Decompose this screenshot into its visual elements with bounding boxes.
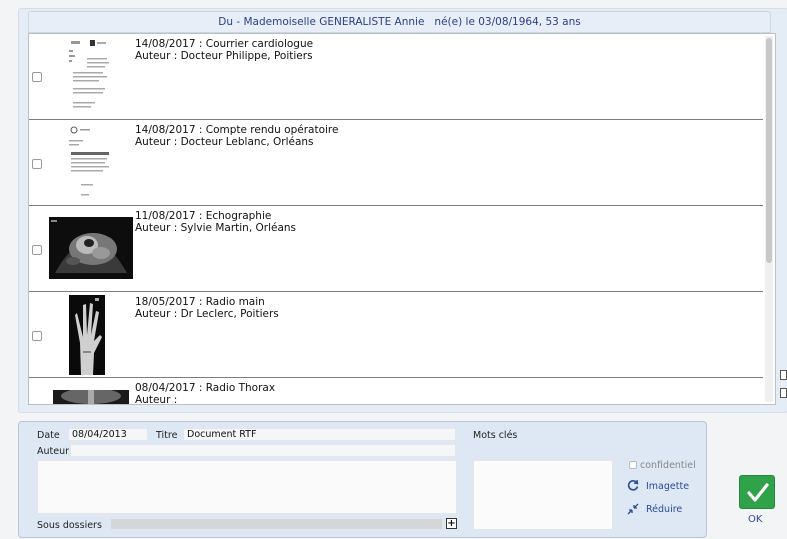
- confidentiel-checkbox[interactable]: [629, 461, 637, 469]
- document-title: 08/04/2017 : Radio Thorax: [135, 382, 276, 394]
- edge-button-icon[interactable]: [780, 370, 787, 380]
- imagette-link[interactable]: Imagette: [646, 481, 689, 492]
- document-author: Auteur : Dr Leclerc, Poitiers: [135, 308, 279, 320]
- select-checkbox[interactable]: [32, 331, 42, 341]
- edge-button-icon[interactable]: [780, 388, 787, 398]
- ultrasound-thumbnail: [49, 217, 133, 279]
- hand-xray-thumbnail: [69, 295, 105, 375]
- document-title: 14/08/2017 : Courrier cardiologue: [135, 38, 314, 50]
- list-item[interactable]: 14/08/2017 : Courrier cardiologue Auteur…: [29, 34, 763, 120]
- document-author: Auteur : Docteur Leblanc, Orléans: [135, 136, 314, 148]
- auteur-label: Auteur: [37, 446, 70, 457]
- document-title: 11/08/2017 : Echographie: [135, 210, 272, 222]
- document-author: Auteur : Docteur Philippe, Poitiers: [135, 50, 313, 62]
- letter-thumbnail: [65, 38, 115, 116]
- auteur-field[interactable]: [70, 444, 456, 457]
- date-label: Date: [37, 430, 60, 441]
- select-checkbox[interactable]: [32, 72, 42, 82]
- document-author: Auteur :: [135, 394, 178, 405]
- report-thumbnail: [65, 124, 115, 202]
- ok-label[interactable]: OK: [748, 514, 762, 525]
- titre-field[interactable]: Document RTF: [183, 428, 456, 441]
- list-item[interactable]: 08/04/2017 : Radio Thorax Auteur :: [29, 378, 763, 405]
- sous-dossiers-field[interactable]: [110, 518, 443, 530]
- reduire-link[interactable]: Réduire: [646, 504, 682, 515]
- collapse-arrows-icon[interactable]: [627, 503, 639, 519]
- mots-cles-textarea[interactable]: [473, 460, 613, 530]
- document-manager-window: Du - Mademoiselle GENERALISTE Annie né(e…: [0, 0, 787, 539]
- list-item[interactable]: 18/05/2017 : Radio main Auteur : Dr Lecl…: [29, 292, 763, 378]
- check-icon: [747, 483, 769, 502]
- document-list[interactable]: 14/08/2017 : Courrier cardiologue Auteur…: [28, 33, 776, 405]
- patient-header: Du - Mademoiselle GENERALISTE Annie né(e…: [28, 11, 771, 33]
- document-title: 18/05/2017 : Radio main: [135, 296, 265, 308]
- thorax-xray-thumbnail: [53, 390, 129, 404]
- document-notes-textarea[interactable]: [37, 460, 457, 514]
- titre-label: Titre: [156, 430, 178, 441]
- list-item[interactable]: 11/08/2017 : Echographie Auteur : Sylvie…: [29, 206, 763, 292]
- ok-button[interactable]: [739, 475, 775, 509]
- list-scrollbar-thumb[interactable]: [766, 38, 772, 263]
- document-author: Auteur : Sylvie Martin, Orléans: [135, 222, 297, 234]
- list-item[interactable]: 14/08/2017 : Compte rendu opératoire Aut…: [29, 120, 763, 206]
- date-field[interactable]: 08/04/2013: [68, 428, 148, 441]
- refresh-icon[interactable]: [627, 479, 639, 495]
- sous-dossiers-label: Sous dossiers: [37, 520, 102, 531]
- select-checkbox[interactable]: [32, 245, 42, 255]
- select-checkbox[interactable]: [32, 159, 42, 169]
- confidentiel-label: confidentiel: [640, 460, 696, 471]
- add-subfolder-icon[interactable]: +: [446, 518, 457, 529]
- mots-cles-label: Mots clés: [473, 430, 518, 441]
- document-title: 14/08/2017 : Compte rendu opératoire: [135, 124, 339, 136]
